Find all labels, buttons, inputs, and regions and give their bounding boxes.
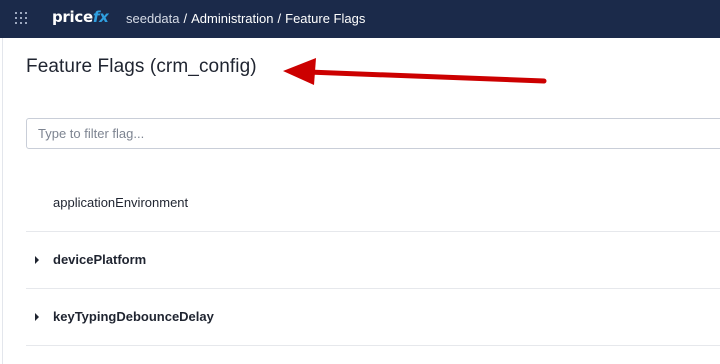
flag-filter-input[interactable] [26, 118, 720, 149]
pricefx-logo[interactable]: pricefx [52, 8, 109, 28]
flag-row-application-environment[interactable]: applicationEnvironment [26, 174, 720, 232]
breadcrumb-separator: / [277, 11, 282, 26]
flag-name: keyTypingDebounceDelay [53, 309, 214, 324]
breadcrumb-separator: / [183, 11, 188, 26]
flag-row-device-platform[interactable]: devicePlatform [26, 231, 720, 289]
logo-text-accent: fx [92, 8, 109, 26]
expand-caret-icon[interactable] [35, 312, 39, 321]
top-navigation-bar: pricefx seeddata / Administration / Feature … [0, 0, 720, 38]
flag-row-key-typing-debounce-delay[interactable]: keyTypingDebounceDelay [26, 288, 720, 346]
breadcrumb-item-partition[interactable]: seeddata [126, 11, 180, 26]
breadcrumb-item-administration[interactable]: Administration [191, 11, 273, 26]
flag-name: applicationEnvironment [53, 195, 189, 210]
breadcrumb: seeddata / Administration / Feature Flags [126, 11, 365, 26]
flag-name: devicePlatform [53, 252, 147, 267]
logo-text-main: price [52, 8, 93, 26]
apps-grid-icon[interactable] [15, 12, 29, 26]
page-title: Feature Flags (crm_config) [26, 56, 257, 77]
breadcrumb-item-feature-flags: Feature Flags [285, 11, 366, 26]
expand-caret-icon[interactable] [35, 255, 39, 264]
